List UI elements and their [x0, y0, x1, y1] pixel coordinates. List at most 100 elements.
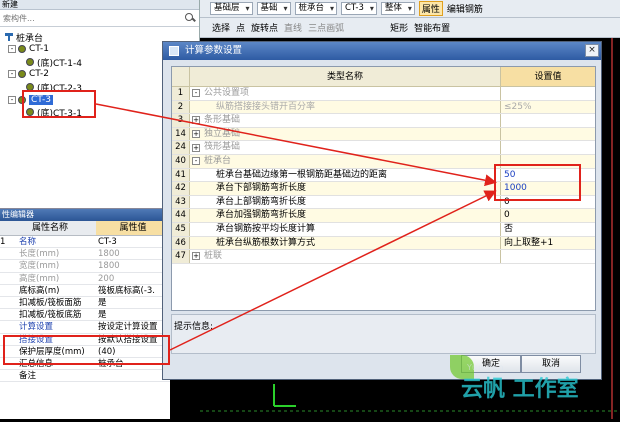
property-row[interactable]: 扣减板/筏板面筋 是 — [0, 297, 170, 310]
floor-select[interactable]: 基础层 — [210, 2, 253, 15]
tree-root[interactable]: 桩承台 — [4, 31, 43, 44]
expand-icon[interactable]: + — [192, 130, 200, 139]
settings-row[interactable]: 14 + 独立基础 — [172, 127, 595, 142]
tree-node-label: CT-2 — [29, 69, 49, 79]
property-row[interactable]: 1 名称 CT-3 — [0, 236, 170, 249]
grid-header: 类型名称 设置值 — [172, 67, 595, 87]
layer-toolbar: 基础层 基础 桩承台 CT-3 整体 属性 编辑钢筋 — [200, 0, 620, 18]
setting-value[interactable] — [501, 250, 595, 263]
property-row[interactable]: 宽度(mm) 1800 — [0, 260, 170, 273]
tree-subnode-ct1[interactable]: (底)CT-1-4 — [26, 56, 82, 69]
setting-value[interactable]: 否 — [501, 223, 595, 236]
setting-name: 承台钢筋按平均长度计算 — [202, 222, 501, 236]
row-number: 46 — [172, 236, 190, 250]
property-name: 扣减板/筏板底筋 — [19, 310, 82, 321]
collapse-icon[interactable]: - — [8, 96, 16, 104]
property-row-number — [0, 260, 18, 271]
dialog-titlebar[interactable]: 计算参数设置 × — [163, 42, 601, 60]
component-icon — [18, 70, 26, 78]
tree-subnode-label: (底)CT-1-4 — [37, 58, 82, 69]
expand-icon[interactable]: + — [192, 252, 200, 261]
settings-row[interactable]: 44 承台加强钢筋弯折长度 0 — [172, 209, 595, 223]
rect-button[interactable]: 矩形 — [390, 21, 408, 34]
property-row[interactable]: 扣减板/筏板底筋 是 — [0, 309, 170, 322]
collapse-icon[interactable]: - — [8, 45, 16, 53]
expand-icon[interactable]: + — [192, 143, 200, 152]
settings-row[interactable]: 3 + 条形基础 — [172, 114, 595, 128]
setting-value[interactable] — [501, 87, 595, 100]
component-select[interactable]: CT-3 — [341, 2, 377, 15]
category-select[interactable]: 基础 — [256, 2, 291, 15]
expand-icon[interactable]: + — [192, 116, 200, 125]
collapse-icon[interactable]: - — [8, 70, 16, 78]
attribute-button[interactable]: 属性 — [418, 1, 443, 16]
tree-toolbar: 新建 — [0, 0, 199, 10]
close-button[interactable]: × — [585, 44, 599, 57]
setting-value[interactable] — [501, 141, 595, 154]
property-value[interactable]: 1800 — [96, 260, 170, 271]
row-expander: + — [190, 128, 202, 141]
edit-rebar-button[interactable]: 编辑钢筋 — [447, 2, 483, 15]
property-value[interactable]: 是 — [96, 309, 170, 320]
highlight-box-tree — [22, 90, 96, 118]
row-expander — [190, 169, 202, 182]
property-value[interactable]: 200 — [96, 273, 170, 284]
property-value[interactable]: 是 — [96, 297, 170, 308]
collapse-icon[interactable]: - — [192, 89, 200, 98]
setting-name: 桩联 — [202, 250, 501, 263]
tree-node-ct2[interactable]: - CT-2 — [8, 68, 49, 80]
property-row-number: 1 — [0, 237, 6, 247]
type-select[interactable]: 桩承台 — [294, 2, 338, 15]
setting-name: 桩承台纵筋根数计算方式 — [202, 236, 501, 250]
line-button[interactable]: 直线 — [284, 21, 302, 34]
new-button[interactable]: 新建 — [2, 0, 18, 9]
setting-value[interactable]: ≤25% — [501, 101, 595, 114]
setting-value[interactable]: 向上取整+1 — [501, 237, 595, 250]
property-value[interactable] — [96, 370, 170, 381]
rotate-point-button[interactable]: 旋转点 — [251, 21, 278, 34]
setting-name: 条形基础 — [202, 114, 501, 127]
property-editor-title: 性编辑器 — [0, 209, 170, 221]
row-number: 43 — [172, 195, 190, 209]
row-expander — [190, 237, 202, 250]
search-icon[interactable] — [184, 12, 196, 24]
point-button[interactable]: 点 — [236, 21, 245, 34]
row-expander — [190, 209, 202, 222]
property-row[interactable]: 长度(mm) 1800 — [0, 248, 170, 261]
collapse-icon[interactable]: - — [192, 157, 200, 166]
header-name: 属性名称 — [32, 223, 69, 233]
property-value[interactable]: CT-3 — [96, 236, 170, 247]
component-type-icon — [4, 33, 14, 41]
property-row[interactable]: 高度(mm) 200 — [0, 273, 170, 285]
property-row[interactable]: 备注 — [0, 370, 170, 383]
row-number: 1 — [172, 87, 190, 100]
setting-value[interactable] — [501, 114, 595, 127]
settings-row[interactable]: 46 桩承台纵筋根数计算方式 向上取整+1 — [172, 236, 595, 251]
row-number: 45 — [172, 222, 190, 236]
smart-layout-button[interactable]: 智能布置 — [414, 21, 450, 34]
row-expander — [190, 223, 202, 236]
settings-row[interactable]: 2 纵筋搭接接头错开百分率 ≤25% — [172, 100, 595, 115]
property-value[interactable]: 筏板底标高(-3. — [96, 285, 170, 296]
search-input[interactable] — [3, 11, 184, 25]
setting-value[interactable]: 0 — [501, 209, 595, 222]
setting-value[interactable] — [501, 128, 595, 141]
settings-row[interactable]: 1- 公共设置项 — [172, 87, 595, 101]
arc-button[interactable]: 三点画弧 — [308, 21, 344, 34]
tree-node-ct1[interactable]: - CT-1 — [8, 43, 49, 55]
settings-row[interactable]: 45 承台钢筋按平均长度计算否 — [172, 222, 595, 237]
dialog-title: 计算参数设置 — [185, 45, 243, 56]
tip-area: 提示信息: — [171, 314, 596, 354]
settings-row[interactable]: 47 + 桩联 — [172, 250, 595, 264]
property-row[interactable]: 计算设置 按设定计算设置 — [0, 321, 170, 334]
settings-row[interactable]: 24 + 筏形基础 — [172, 141, 595, 155]
scope-select[interactable]: 整体 — [380, 2, 415, 15]
property-value[interactable]: 按设定计算设置 — [96, 321, 170, 332]
property-name: 扣减板/筏板面筋 — [19, 297, 82, 308]
calc-settings-dialog: 计算参数设置 × 类型名称 设置值 1- 公共设置项 2 纵筋搭接接头错开百分率 ≤25… — [162, 41, 602, 380]
row-number: 24 — [172, 141, 190, 154]
setting-name: 承台加强钢筋弯折长度 — [202, 209, 501, 222]
property-value[interactable]: 1800 — [96, 248, 170, 259]
select-button[interactable]: 选择 — [212, 21, 230, 34]
property-row[interactable]: 底标高(m) 筏板底标高(-3. — [0, 285, 170, 297]
